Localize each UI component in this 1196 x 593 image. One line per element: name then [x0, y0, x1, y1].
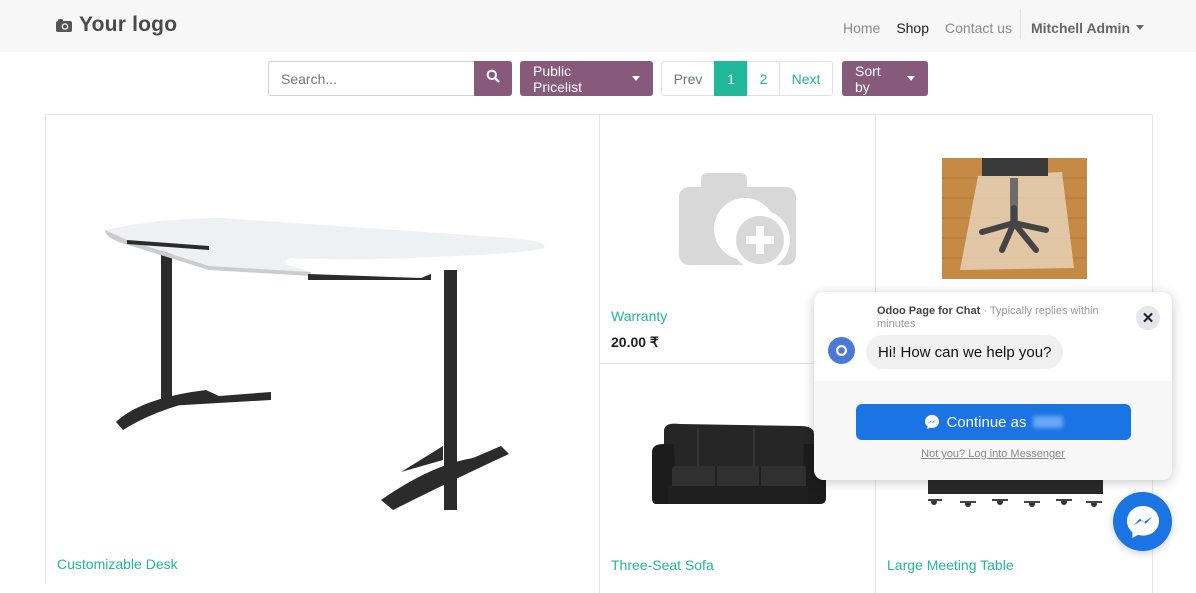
page-next[interactable]: Next	[779, 61, 833, 96]
page-prev[interactable]: Prev	[661, 61, 715, 96]
chat-header: Odoo Page for Chat · Typically replies w…	[877, 305, 1117, 331]
messenger-icon	[925, 415, 940, 429]
messenger-chat-popup: Odoo Page for Chat · Typically replies w…	[814, 292, 1172, 480]
chevron-down-icon	[1136, 25, 1144, 30]
product-image-desk[interactable]	[101, 210, 551, 510]
user-name: Mitchell Admin	[1030, 19, 1130, 36]
nav-home[interactable]: Home	[835, 20, 888, 36]
chevron-down-icon	[632, 76, 640, 81]
camera-plus-icon[interactable]	[679, 171, 799, 275]
continue-label: Continue as	[946, 413, 1027, 431]
product-name[interactable]: Three-Seat Sofa	[611, 557, 714, 573]
product-name[interactable]: Warranty	[611, 308, 667, 324]
camera-icon	[55, 18, 73, 33]
product-image-meeting-table[interactable]	[928, 480, 1103, 510]
user-menu[interactable]: Mitchell Admin	[1023, 20, 1144, 36]
sort-dropdown[interactable]: Sort by	[842, 61, 928, 96]
pricelist-dropdown[interactable]: Public Pricelist	[520, 61, 653, 96]
search-input[interactable]	[268, 61, 474, 96]
nav-contact-us[interactable]: Contact us	[937, 20, 1020, 36]
nav-shop[interactable]: Shop	[888, 20, 937, 36]
product-name[interactable]: Customizable Desk	[57, 556, 178, 572]
messenger-launcher-button[interactable]	[1113, 492, 1172, 551]
top-navbar: Your logo Home Shop Contact us Mitchell …	[0, 0, 1196, 52]
sort-label: Sort by	[855, 62, 881, 95]
chat-greeting: Hi! How can we help you?	[866, 335, 1064, 369]
continue-as-button[interactable]: Continue as	[856, 404, 1131, 440]
blurred-user-name	[1032, 416, 1063, 428]
page-1[interactable]: 1	[714, 61, 748, 96]
search-form	[268, 61, 512, 96]
pricelist-label: Public Pricelist	[533, 62, 583, 95]
pagination: Prev 1 2 Next	[661, 61, 833, 96]
close-icon[interactable]: ✕	[1136, 306, 1160, 330]
not-you-link[interactable]: Not you? Log into Messenger	[814, 448, 1172, 460]
page-avatar	[828, 337, 855, 364]
product-card[interactable]: Customizable Desk	[45, 114, 600, 584]
product-image-chair[interactable]	[942, 158, 1087, 279]
chevron-down-icon	[907, 76, 915, 81]
product-image-sofa[interactable]	[650, 422, 827, 516]
search-button[interactable]	[474, 61, 512, 96]
logo-text: Your logo	[79, 13, 178, 36]
odoo-o-icon	[835, 344, 848, 357]
chat-page-name: Odoo Page for Chat	[877, 305, 981, 317]
messenger-icon	[1126, 505, 1159, 538]
page-2[interactable]: 2	[747, 61, 780, 96]
search-icon	[486, 69, 500, 88]
product-name[interactable]: Large Meeting Table	[887, 557, 1014, 573]
product-price: 20.00 ₹	[611, 334, 659, 350]
site-logo[interactable]: Your logo	[55, 13, 177, 37]
nav-divider	[1019, 9, 1021, 39]
